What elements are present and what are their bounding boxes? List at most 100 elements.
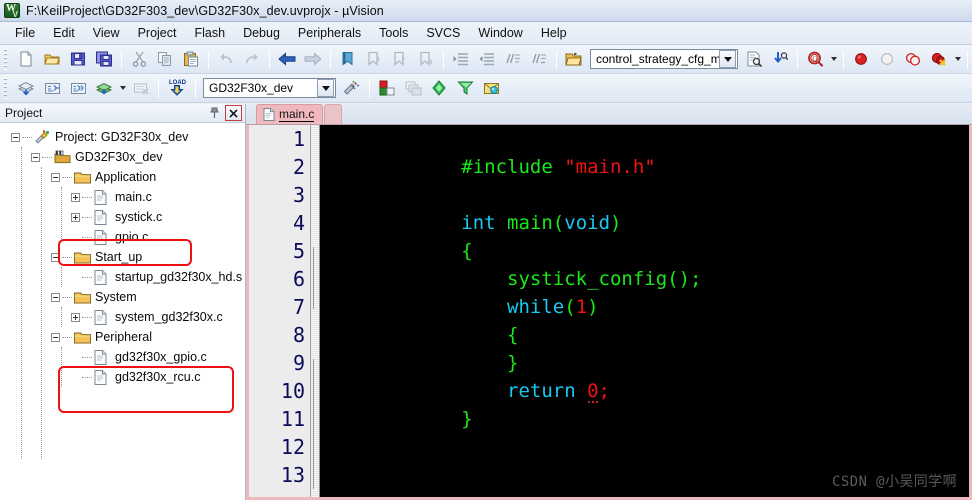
menu-item-tools[interactable]: Tools	[370, 23, 417, 44]
tree-node-group-system[interactable]: System	[0, 287, 245, 307]
menu-item-window[interactable]: Window	[469, 23, 531, 44]
comment-icon[interactable]	[501, 48, 525, 71]
menu-item-flash[interactable]: Flash	[185, 23, 234, 44]
navigate-backward-icon[interactable]	[275, 48, 299, 71]
tree-connector	[82, 236, 92, 238]
magnifier-find-dropdown-arrow[interactable]	[828, 48, 839, 71]
tree-expander[interactable]	[51, 332, 60, 342]
paste-icon[interactable]	[179, 48, 203, 71]
navigate-forward-icon[interactable]	[301, 48, 325, 71]
incremental-find-icon[interactable]	[768, 48, 792, 71]
tree-expander[interactable]	[51, 252, 60, 262]
editor-tab-main-c[interactable]: main.c	[256, 104, 324, 124]
find-in-files-icon[interactable]	[742, 48, 766, 71]
new-file-icon[interactable]	[14, 48, 38, 71]
project-panel: Project Project: GD32F30x_dev GD32F30x_d…	[0, 104, 246, 500]
breakpoint-disable-icon[interactable]	[875, 48, 899, 71]
file-search-combo-arrow[interactable]	[719, 50, 736, 68]
menu-item-help[interactable]: Help	[532, 23, 576, 44]
tree-node-group-start-up[interactable]: Start_up	[0, 247, 245, 267]
menu-item-edit[interactable]: Edit	[44, 23, 84, 44]
tree-node-file-system-gd32f30x-c[interactable]: system_gd32f30x.c	[0, 307, 245, 327]
tree-node-label: System	[95, 289, 137, 304]
code-token: }	[461, 408, 473, 430]
project-tree[interactable]: Project: GD32F30x_dev GD32F30x_dev Appli…	[0, 123, 245, 500]
manage-run-env-icon[interactable]	[453, 77, 477, 100]
tree-expander[interactable]	[71, 212, 80, 222]
menu-item-file[interactable]: File	[6, 23, 44, 44]
menu-item-peripherals[interactable]: Peripherals	[289, 23, 370, 44]
title-bar: F:\KeilProject\GD32F303_dev\GD32F30x_dev…	[0, 0, 972, 22]
open-project-icon[interactable]	[562, 48, 586, 71]
toolbar-separator	[556, 49, 557, 69]
tree-expander[interactable]	[11, 132, 20, 142]
asm-file-icon	[94, 269, 111, 285]
code-view[interactable]: #include "main.h" int main(void) { systi…	[320, 125, 969, 497]
tree-node-file-gpio-c[interactable]: gpio.c	[0, 227, 245, 247]
window-title: F:\KeilProject\GD32F303_dev\GD32F30x_dev…	[26, 3, 384, 18]
download-icon[interactable]: LOAD	[164, 77, 190, 100]
rebuild-icon[interactable]	[66, 77, 90, 100]
tree-node-group-peripheral[interactable]: Peripheral	[0, 327, 245, 347]
toolbar-grip[interactable]	[3, 77, 10, 99]
breakpoint-dropdown-arrow[interactable]	[952, 48, 963, 71]
undo-icon[interactable]	[214, 48, 238, 71]
target-options-icon[interactable]	[340, 77, 364, 100]
code-token: (	[564, 296, 576, 318]
editor-tab-placeholder[interactable]	[324, 104, 343, 124]
tree-node-file-gd32f30x-rcu-c[interactable]: gd32f30x_rcu.c	[0, 367, 245, 387]
multi-project-icon[interactable]	[401, 77, 425, 100]
tree-node-label: system_gd32f30x.c	[115, 309, 223, 324]
menu-item-project[interactable]: Project	[129, 23, 186, 44]
toolbar-separator	[330, 49, 331, 69]
bookmark-toggle-icon[interactable]	[336, 48, 360, 71]
bookmark-clear-icon[interactable]	[414, 48, 438, 71]
toolbar-grip[interactable]	[3, 48, 10, 70]
pin-icon[interactable]	[206, 105, 222, 121]
bookmark-next-icon[interactable]	[388, 48, 412, 71]
copy-icon[interactable]	[153, 48, 177, 71]
target-select-combo[interactable]: GD32F30x_dev	[203, 78, 336, 98]
redo-icon[interactable]	[240, 48, 264, 71]
translate-icon[interactable]	[14, 77, 38, 100]
select-software-packs-icon[interactable]	[479, 77, 503, 100]
menu-item-view[interactable]: View	[84, 23, 129, 44]
save-icon[interactable]	[66, 48, 90, 71]
magnifier-find-icon[interactable]: Q	[803, 48, 827, 71]
stop-build-icon[interactable]	[129, 77, 153, 100]
menu-item-debug[interactable]: Debug	[234, 23, 289, 44]
tree-node-file-gd32f30x-gpio-c[interactable]: gd32f30x_gpio.c	[0, 347, 245, 367]
tree-expander[interactable]	[51, 292, 60, 302]
save-all-icon[interactable]	[92, 48, 116, 71]
build-icon[interactable]	[40, 77, 64, 100]
tree-expander[interactable]	[71, 192, 80, 202]
tree-node-group-application[interactable]: Application	[0, 167, 245, 187]
manage-project-items-icon[interactable]	[375, 77, 399, 100]
tree-expander[interactable]	[71, 312, 80, 322]
open-file-icon[interactable]	[40, 48, 64, 71]
indent-right-icon[interactable]	[449, 48, 473, 71]
target-select-combo-arrow[interactable]	[317, 79, 334, 97]
tree-expander[interactable]	[31, 152, 40, 162]
breakpoint-icon[interactable]	[849, 48, 873, 71]
tree-node-target[interactable]: GD32F30x_dev	[0, 147, 245, 167]
tree-node-project-root[interactable]: Project: GD32F30x_dev	[0, 127, 245, 147]
tree-node-label: main.c	[115, 189, 152, 204]
batch-build-dropdown-arrow[interactable]	[117, 77, 128, 100]
indent-left-icon[interactable]	[475, 48, 499, 71]
tree-node-file-main-c[interactable]: main.c	[0, 187, 245, 207]
bookmark-prev-icon[interactable]	[362, 48, 386, 71]
close-icon[interactable]	[225, 105, 242, 121]
breakpoint-disable-all-icon[interactable]	[901, 48, 925, 71]
line-number: 10	[280, 379, 305, 403]
tree-node-file-startup-s[interactable]: startup_gd32f30x_hd.s	[0, 267, 245, 287]
menu-item-svcs[interactable]: SVCS	[417, 23, 469, 44]
breakpoint-kill-all-icon[interactable]	[927, 48, 951, 71]
file-search-combo[interactable]: control_strategy_cfg_m_c	[590, 49, 738, 69]
batch-build-icon[interactable]	[92, 77, 116, 100]
tree-expander[interactable]	[51, 172, 60, 182]
uncomment-icon[interactable]	[527, 48, 551, 71]
tree-node-file-systick-c[interactable]: systick.c	[0, 207, 245, 227]
cut-icon[interactable]	[127, 48, 151, 71]
pack-installer-icon[interactable]	[427, 77, 451, 100]
